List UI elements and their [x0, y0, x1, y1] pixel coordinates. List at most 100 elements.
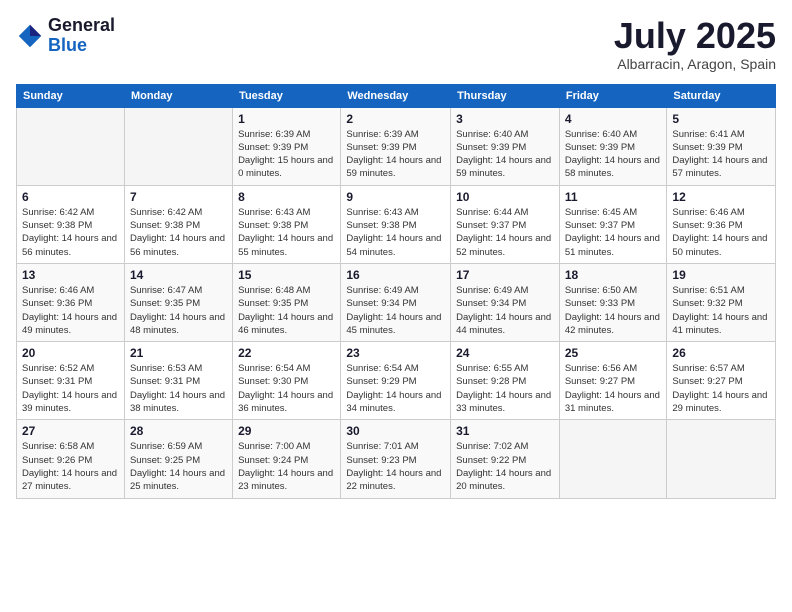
- day-info: Sunrise: 6:46 AMSunset: 9:36 PMDaylight:…: [672, 206, 770, 259]
- day-info: Sunrise: 6:56 AMSunset: 9:27 PMDaylight:…: [565, 362, 662, 415]
- calendar-cell: 17Sunrise: 6:49 AMSunset: 9:34 PMDayligh…: [451, 263, 560, 341]
- day-info: Sunrise: 6:58 AMSunset: 9:26 PMDaylight:…: [22, 440, 119, 493]
- header-monday: Monday: [124, 84, 232, 107]
- day-info: Sunrise: 7:02 AMSunset: 9:22 PMDaylight:…: [456, 440, 554, 493]
- calendar-week-row: 1 Sunrise: 6:39 AMSunset: 9:39 PMDaylight…: [17, 107, 776, 185]
- calendar-table: SundayMondayTuesdayWednesdayThursdayFrid…: [16, 84, 776, 499]
- calendar-cell: 26 Sunrise: 6:57 AMSunset: 9:27 PMDayligh…: [667, 342, 776, 420]
- calendar-cell: 14Sunrise: 6:47 AMSunset: 9:35 PMDayligh…: [124, 263, 232, 341]
- day-number: 25: [565, 346, 662, 360]
- calendar-cell: [667, 420, 776, 498]
- calendar-cell: 15Sunrise: 6:48 AMSunset: 9:35 PMDayligh…: [233, 263, 341, 341]
- day-info: Sunrise: 6:45 AMSunset: 9:37 PMDaylight:…: [565, 206, 662, 259]
- calendar-cell: 8Sunrise: 6:43 AMSunset: 9:38 PMDaylight…: [233, 185, 341, 263]
- day-number: 2: [346, 112, 445, 126]
- calendar-cell: 13 Sunrise: 6:46 AMSunset: 9:36 PMDayligh…: [17, 263, 125, 341]
- day-info: Sunrise: 6:40 AMSunset: 9:39 PMDaylight:…: [456, 128, 554, 181]
- day-info: Sunrise: 6:39 AMSunset: 9:39 PMDaylight:…: [238, 128, 335, 181]
- day-number: 8: [238, 190, 335, 204]
- day-info: Sunrise: 6:50 AMSunset: 9:33 PMDaylight:…: [565, 284, 662, 337]
- day-number: 22: [238, 346, 335, 360]
- day-number: 26: [672, 346, 770, 360]
- calendar-cell: 24 Sunrise: 6:55 AMSunset: 9:28 PMDayligh…: [451, 342, 560, 420]
- calendar-cell: 20 Sunrise: 6:52 AMSunset: 9:31 PMDayligh…: [17, 342, 125, 420]
- day-number: 13: [22, 268, 119, 282]
- day-number: 24: [456, 346, 554, 360]
- header-sunday: Sunday: [17, 84, 125, 107]
- day-number: 28: [130, 424, 227, 438]
- day-number: 11: [565, 190, 662, 204]
- day-info: Sunrise: 6:49 AMSunset: 9:34 PMDaylight:…: [456, 284, 554, 337]
- day-number: 18: [565, 268, 662, 282]
- day-info: Sunrise: 6:54 AMSunset: 9:30 PMDaylight:…: [238, 362, 335, 415]
- page-header: General Blue July 2025 Albarracin, Arago…: [16, 16, 776, 72]
- calendar-cell: [559, 420, 667, 498]
- calendar-cell: 23Sunrise: 6:54 AMSunset: 9:29 PMDayligh…: [341, 342, 451, 420]
- calendar-cell: 5Sunrise: 6:41 AMSunset: 9:39 PMDaylight…: [667, 107, 776, 185]
- calendar-cell: 10 Sunrise: 6:44 AMSunset: 9:37 PMDayligh…: [451, 185, 560, 263]
- day-info: Sunrise: 6:42 AMSunset: 9:38 PMDaylight:…: [130, 206, 227, 259]
- calendar-cell: 16 Sunrise: 6:49 AMSunset: 9:34 PMDayligh…: [341, 263, 451, 341]
- calendar-cell: 19Sunrise: 6:51 AMSunset: 9:32 PMDayligh…: [667, 263, 776, 341]
- calendar-cell: 12 Sunrise: 6:46 AMSunset: 9:36 PMDayligh…: [667, 185, 776, 263]
- calendar-week-row: 6 Sunrise: 6:42 AMSunset: 9:38 PMDaylight…: [17, 185, 776, 263]
- calendar-cell: 30 Sunrise: 7:01 AMSunset: 9:23 PMDayligh…: [341, 420, 451, 498]
- day-number: 7: [130, 190, 227, 204]
- logo-icon: [16, 22, 44, 50]
- calendar-cell: 3 Sunrise: 6:40 AMSunset: 9:39 PMDaylight…: [451, 107, 560, 185]
- calendar-header-row: SundayMondayTuesdayWednesdayThursdayFrid…: [17, 84, 776, 107]
- day-info: Sunrise: 6:44 AMSunset: 9:37 PMDaylight:…: [456, 206, 554, 259]
- day-number: 30: [346, 424, 445, 438]
- calendar-cell: 1 Sunrise: 6:39 AMSunset: 9:39 PMDaylight…: [233, 107, 341, 185]
- logo-general: General: [48, 16, 115, 36]
- day-info: Sunrise: 6:40 AMSunset: 9:39 PMDaylight:…: [565, 128, 662, 181]
- day-info: Sunrise: 6:42 AMSunset: 9:38 PMDaylight:…: [22, 206, 119, 259]
- title-section: July 2025 Albarracin, Aragon, Spain: [614, 16, 776, 72]
- location: Albarracin, Aragon, Spain: [614, 56, 776, 72]
- day-number: 16: [346, 268, 445, 282]
- day-number: 6: [22, 190, 119, 204]
- day-info: Sunrise: 6:52 AMSunset: 9:31 PMDaylight:…: [22, 362, 119, 415]
- calendar-cell: 27Sunrise: 6:58 AMSunset: 9:26 PMDayligh…: [17, 420, 125, 498]
- header-saturday: Saturday: [667, 84, 776, 107]
- day-number: 12: [672, 190, 770, 204]
- calendar-cell: 9 Sunrise: 6:43 AMSunset: 9:38 PMDaylight…: [341, 185, 451, 263]
- day-number: 4: [565, 112, 662, 126]
- day-info: Sunrise: 6:51 AMSunset: 9:32 PMDaylight:…: [672, 284, 770, 337]
- calendar-cell: 2Sunrise: 6:39 AMSunset: 9:39 PMDaylight…: [341, 107, 451, 185]
- logo-blue: Blue: [48, 36, 115, 56]
- day-number: 10: [456, 190, 554, 204]
- day-number: 1: [238, 112, 335, 126]
- day-info: Sunrise: 7:01 AMSunset: 9:23 PMDaylight:…: [346, 440, 445, 493]
- day-number: 23: [346, 346, 445, 360]
- header-wednesday: Wednesday: [341, 84, 451, 107]
- day-info: Sunrise: 6:53 AMSunset: 9:31 PMDaylight:…: [130, 362, 227, 415]
- calendar-week-row: 20 Sunrise: 6:52 AMSunset: 9:31 PMDayligh…: [17, 342, 776, 420]
- header-friday: Friday: [559, 84, 667, 107]
- header-tuesday: Tuesday: [233, 84, 341, 107]
- calendar-week-row: 13 Sunrise: 6:46 AMSunset: 9:36 PMDayligh…: [17, 263, 776, 341]
- day-number: 31: [456, 424, 554, 438]
- day-info: Sunrise: 6:55 AMSunset: 9:28 PMDaylight:…: [456, 362, 554, 415]
- day-info: Sunrise: 6:41 AMSunset: 9:39 PMDaylight:…: [672, 128, 770, 181]
- day-info: Sunrise: 6:57 AMSunset: 9:27 PMDaylight:…: [672, 362, 770, 415]
- day-info: Sunrise: 6:46 AMSunset: 9:36 PMDaylight:…: [22, 284, 119, 337]
- day-number: 15: [238, 268, 335, 282]
- day-number: 9: [346, 190, 445, 204]
- calendar-cell: 21Sunrise: 6:53 AMSunset: 9:31 PMDayligh…: [124, 342, 232, 420]
- day-number: 20: [22, 346, 119, 360]
- header-thursday: Thursday: [451, 84, 560, 107]
- day-number: 14: [130, 268, 227, 282]
- day-info: Sunrise: 6:43 AMSunset: 9:38 PMDaylight:…: [346, 206, 445, 259]
- calendar-cell: 31 Sunrise: 7:02 AMSunset: 9:22 PMDayligh…: [451, 420, 560, 498]
- day-number: 3: [456, 112, 554, 126]
- calendar-cell: 6 Sunrise: 6:42 AMSunset: 9:38 PMDaylight…: [17, 185, 125, 263]
- calendar-cell: 29Sunrise: 7:00 AMSunset: 9:24 PMDayligh…: [233, 420, 341, 498]
- calendar-cell: 28Sunrise: 6:59 AMSunset: 9:25 PMDayligh…: [124, 420, 232, 498]
- logo-text: General Blue: [48, 16, 115, 56]
- day-number: 29: [238, 424, 335, 438]
- logo: General Blue: [16, 16, 115, 56]
- calendar-cell: 25 Sunrise: 6:56 AMSunset: 9:27 PMDayligh…: [559, 342, 667, 420]
- calendar-cell: [17, 107, 125, 185]
- day-info: Sunrise: 6:49 AMSunset: 9:34 PMDaylight:…: [346, 284, 445, 337]
